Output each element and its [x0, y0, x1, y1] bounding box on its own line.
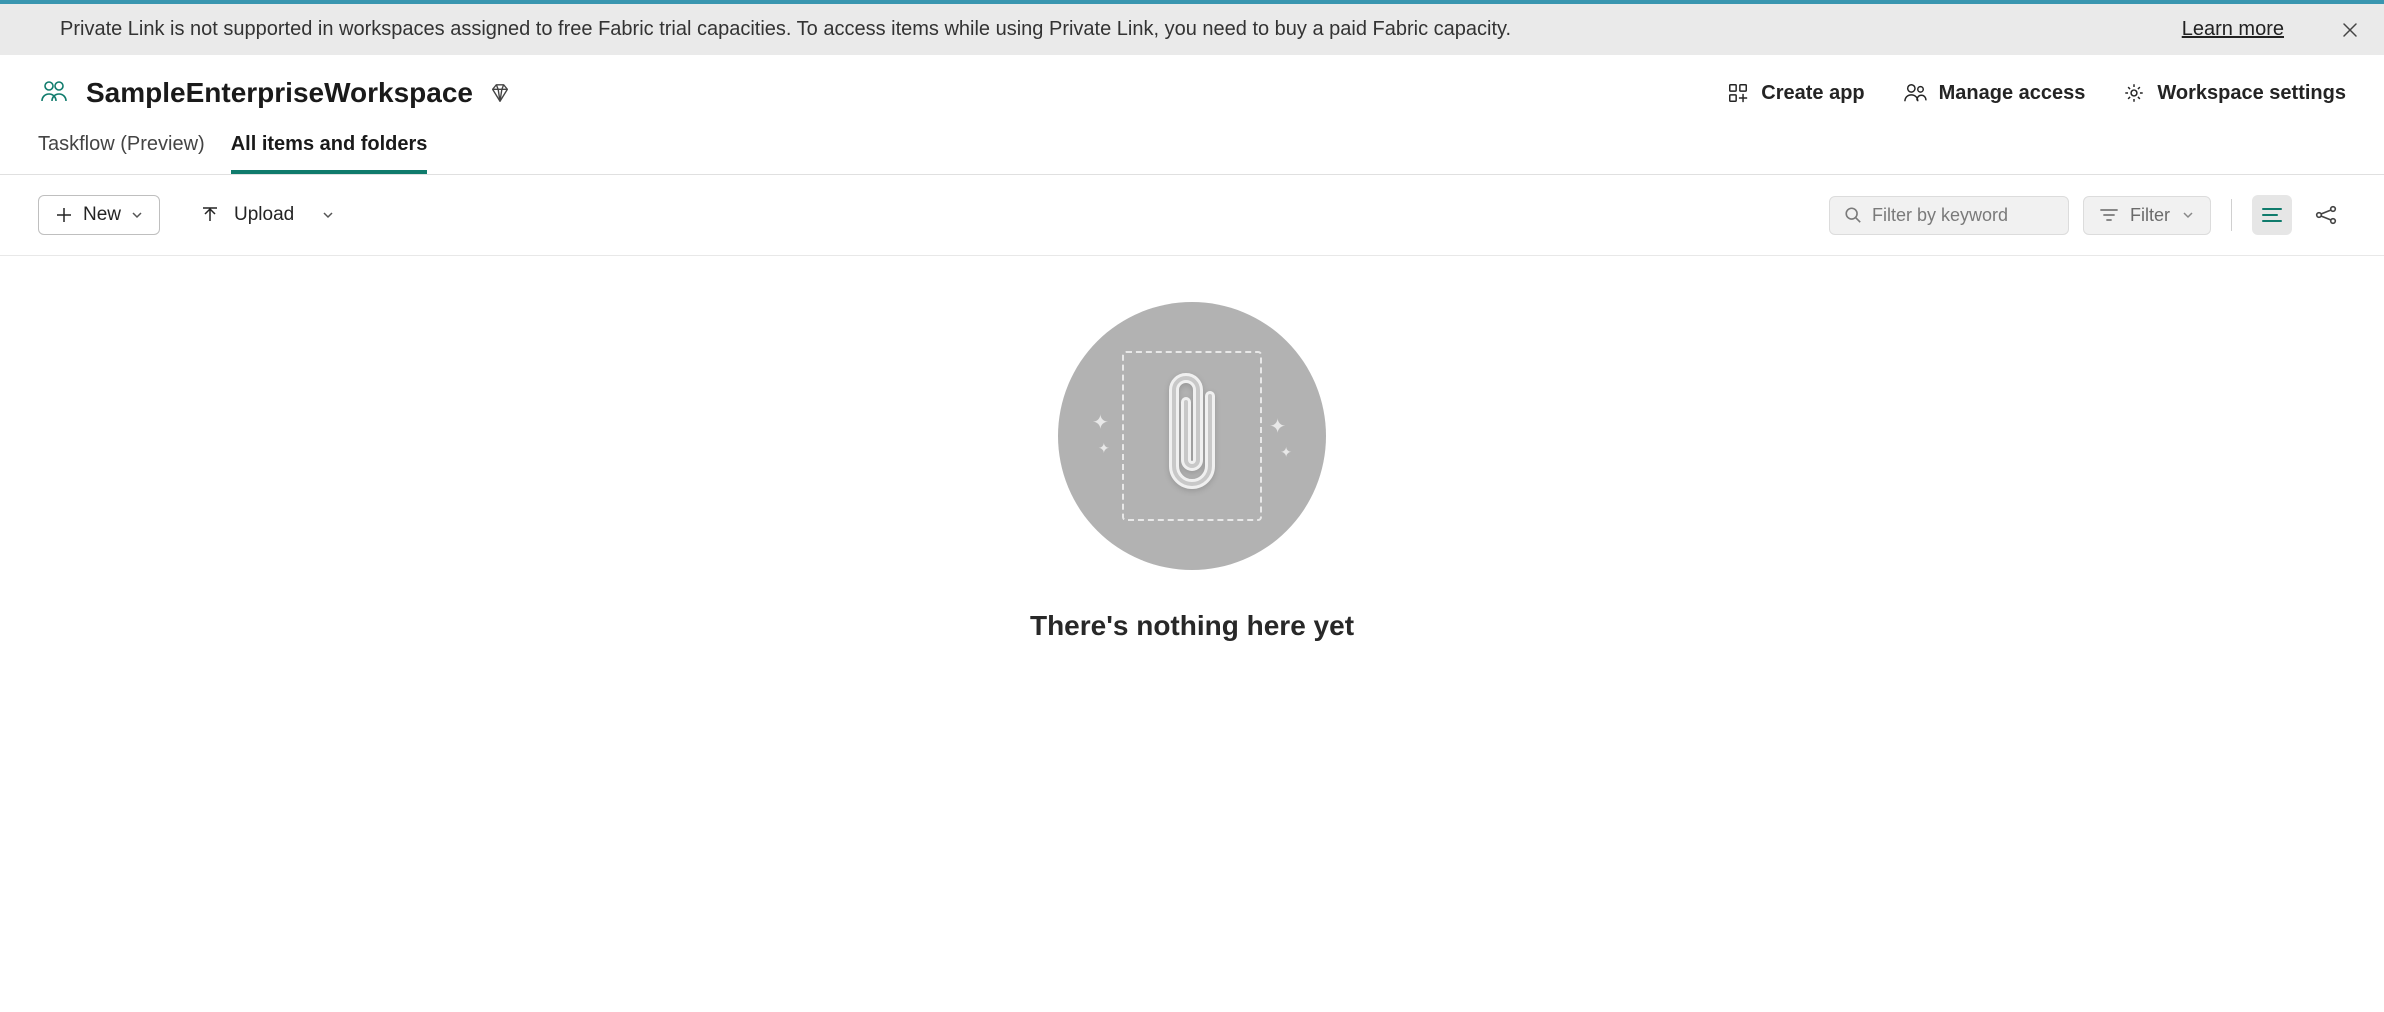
header-actions: Create app Manage access Workspace set: [1727, 82, 2346, 105]
workspace-title: SampleEnterpriseWorkspace: [86, 77, 473, 109]
list-icon: [2261, 206, 2283, 224]
sparkle-icon: ✦: [1269, 414, 1286, 439]
gear-icon: [2123, 82, 2145, 104]
search-icon: [1844, 206, 1862, 224]
paperclip-icon: [1160, 366, 1224, 506]
workspace-icon: [38, 77, 70, 109]
list-view-button[interactable]: [2252, 195, 2292, 235]
learn-more-link[interactable]: Learn more: [2182, 18, 2284, 41]
filter-icon: [2100, 208, 2118, 222]
create-app-label: Create app: [1761, 82, 1864, 105]
people-icon: [1903, 82, 1927, 104]
chevron-down-icon: [2182, 209, 2194, 221]
filter-label: Filter: [2130, 205, 2170, 226]
header-left: SampleEnterpriseWorkspace: [38, 77, 511, 109]
tab-taskflow[interactable]: Taskflow (Preview): [38, 133, 205, 174]
sparkle-icon: ✦: [1098, 440, 1110, 457]
vertical-divider: [2231, 199, 2232, 231]
workspace-settings-button[interactable]: Workspace settings: [2123, 82, 2346, 105]
chevron-down-icon: [131, 209, 143, 221]
banner-message: Private Link is not supported in workspa…: [60, 18, 1511, 41]
empty-state: ✦ ✦ ✦ ✦ There's nothing here yet: [0, 256, 2384, 642]
sparkle-icon: ✦: [1092, 410, 1109, 435]
empty-state-graphic: ✦ ✦ ✦ ✦: [1058, 302, 1326, 570]
tab-all-items[interactable]: All items and folders: [231, 133, 428, 174]
create-app-button[interactable]: Create app: [1727, 82, 1864, 105]
lineage-icon: [2315, 205, 2337, 225]
manage-access-label: Manage access: [1939, 82, 2086, 105]
new-button[interactable]: New: [38, 195, 160, 235]
tab-bar: Taskflow (Preview) All items and folders: [0, 119, 2384, 175]
empty-state-title: There's nothing here yet: [1030, 610, 1354, 642]
toolbar-right: Filter: [1829, 195, 2346, 235]
sparkle-icon: ✦: [1280, 444, 1292, 461]
new-label: New: [83, 204, 121, 226]
manage-access-button[interactable]: Manage access: [1903, 82, 2086, 105]
notification-banner: Private Link is not supported in workspa…: [0, 4, 2384, 55]
workspace-header: SampleEnterpriseWorkspace Create app: [0, 55, 2384, 119]
close-icon[interactable]: [2336, 16, 2364, 44]
app-icon: [1727, 82, 1749, 104]
toolbar: New Upload: [0, 175, 2384, 256]
upload-label: Upload: [234, 204, 294, 226]
plus-icon: [55, 206, 73, 224]
lineage-view-button[interactable]: [2306, 195, 2346, 235]
chevron-down-icon: [322, 209, 334, 221]
filter-input[interactable]: [1872, 205, 2054, 226]
upload-icon: [200, 205, 220, 225]
filter-button[interactable]: Filter: [2083, 196, 2211, 235]
upload-button[interactable]: Upload: [190, 198, 344, 232]
workspace-settings-label: Workspace settings: [2157, 82, 2346, 105]
filter-input-wrap[interactable]: [1829, 196, 2069, 235]
diamond-icon: [489, 82, 511, 104]
